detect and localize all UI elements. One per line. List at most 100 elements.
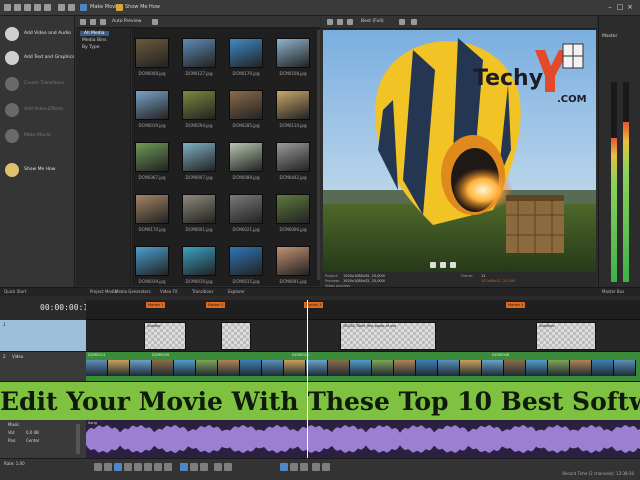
- go-to-end-icon[interactable]: [164, 463, 172, 471]
- media-thumbnail[interactable]: [135, 90, 169, 120]
- undo-icon[interactable]: [34, 4, 41, 11]
- tree-item-media-bins[interactable]: Media Bins: [82, 38, 106, 43]
- record-icon[interactable]: [94, 463, 102, 471]
- selection-tool-icon[interactable]: [200, 463, 208, 471]
- media-thumbnail[interactable]: [229, 90, 263, 120]
- marker-1[interactable]: Marker 1: [146, 302, 166, 308]
- close-icon[interactable]: ×: [626, 3, 634, 11]
- copy-icon[interactable]: [68, 4, 75, 11]
- track-header-video[interactable]: 2 Video: [0, 352, 86, 382]
- ignore-grouping-icon[interactable]: [322, 463, 330, 471]
- save-icon[interactable]: [24, 4, 31, 11]
- tab-quick-start[interactable]: Quick Start: [4, 289, 26, 294]
- snapping-icon[interactable]: [280, 463, 288, 471]
- playhead[interactable]: [307, 300, 308, 460]
- tab-explorer[interactable]: Explorer: [228, 289, 245, 294]
- split-screen-icon[interactable]: [399, 19, 405, 25]
- media-thumbnail[interactable]: [229, 38, 263, 68]
- media-thumbnail[interactable]: [182, 38, 216, 68]
- trim-icon[interactable]: [224, 463, 232, 471]
- task-make-movie[interactable]: Make Movie: [4, 126, 72, 148]
- volume-slider[interactable]: [76, 424, 80, 454]
- import-icon[interactable]: [80, 19, 86, 25]
- tab-video-fx[interactable]: Video FX: [160, 289, 178, 294]
- preview-play-icon[interactable]: [430, 262, 436, 268]
- media-thumbnail[interactable]: [182, 194, 216, 224]
- task-add-video-audio[interactable]: Add Video and Audio: [4, 24, 72, 46]
- remove-icon[interactable]: [100, 19, 106, 25]
- media-thumbnail[interactable]: [182, 90, 216, 120]
- logo-techy: Techy: [473, 66, 543, 91]
- capture-icon[interactable]: [90, 19, 96, 25]
- task-add-video-effects[interactable]: Add Video Effects: [4, 100, 72, 122]
- tree-item-by-type[interactable]: By Type: [82, 45, 100, 50]
- timeline-ruler[interactable]: Marker 1 Marker 2 Marker 3 Marker 4: [86, 300, 640, 320]
- tree-item-all-media[interactable]: All Media: [80, 31, 109, 36]
- video-frame: [130, 360, 152, 376]
- media-thumbnail[interactable]: [276, 246, 310, 276]
- auto-crossfade-icon[interactable]: [290, 463, 298, 471]
- redo-icon[interactable]: [44, 4, 51, 11]
- overlay-icon[interactable]: [347, 19, 353, 25]
- title-clip[interactable]: Subtitles: [536, 322, 596, 350]
- tab-transitions[interactable]: Transitions: [192, 289, 213, 294]
- auto-ripple-icon[interactable]: [300, 463, 308, 471]
- preview-stop-icon[interactable]: [450, 262, 456, 268]
- media-thumbnail[interactable]: [182, 246, 216, 276]
- marker-2[interactable]: Marker 2: [206, 302, 226, 308]
- media-thumbnail[interactable]: [135, 38, 169, 68]
- tab-master-bus[interactable]: Master Bus: [602, 289, 624, 294]
- title-clip[interactable]: VEGAS Titles Text paste of esa: [340, 322, 436, 350]
- auto-preview-toggle[interactable]: Auto Preview: [112, 19, 141, 24]
- tab-media-generators[interactable]: Media Generators: [115, 289, 151, 294]
- track-header-title[interactable]: 1: [0, 320, 86, 352]
- cut-icon[interactable]: [58, 4, 65, 11]
- task-show-me-how[interactable]: Show Me How: [4, 160, 72, 182]
- media-thumbnail[interactable]: [135, 246, 169, 276]
- title-clip[interactable]: [221, 322, 251, 350]
- media-thumbnail[interactable]: [276, 90, 310, 120]
- volume-value[interactable]: 0,0 dB: [26, 430, 39, 435]
- marker-4[interactable]: Marker 4: [506, 302, 526, 308]
- task-panel: Add Video and Audio Add Text and Graphic…: [0, 16, 75, 294]
- media-thumbnail[interactable]: [135, 142, 169, 172]
- go-to-start-icon[interactable]: [154, 463, 162, 471]
- media-thumbnail[interactable]: [135, 194, 169, 224]
- media-thumbnail[interactable]: [229, 142, 263, 172]
- play-icon[interactable]: [124, 463, 132, 471]
- media-thumbnail[interactable]: [182, 142, 216, 172]
- media-thumbnail[interactable]: [229, 194, 263, 224]
- normal-edit-tool-icon[interactable]: [180, 463, 188, 471]
- open-icon[interactable]: [14, 4, 21, 11]
- tab-project-media[interactable]: Project Media: [90, 289, 117, 294]
- track-header-music[interactable]: Music Vol: 0,0 dB Pan: Center: [0, 420, 86, 458]
- preview-value: 1920x1080x32, 25,000i: [343, 279, 385, 283]
- minimize-icon[interactable]: –: [606, 3, 614, 11]
- pause-icon[interactable]: [134, 463, 142, 471]
- title-clip[interactable]: Subtitle: [144, 322, 186, 350]
- pan-value[interactable]: Center: [26, 438, 39, 443]
- new-icon[interactable]: [4, 4, 11, 11]
- media-thumbnail[interactable]: [276, 38, 310, 68]
- view-icon[interactable]: [152, 19, 158, 25]
- task-create-transitions[interactable]: Create Transitions: [4, 74, 72, 96]
- media-scrollbar[interactable]: [317, 30, 320, 280]
- external-monitor-icon[interactable]: [337, 19, 343, 25]
- preview-pause-icon[interactable]: [440, 262, 446, 268]
- show-me-how-button[interactable]: Show Me How: [125, 4, 160, 10]
- settings-icon[interactable]: [327, 19, 333, 25]
- media-thumbnail[interactable]: [229, 246, 263, 276]
- copy-snapshot-icon[interactable]: [411, 19, 417, 25]
- maximize-icon[interactable]: □: [616, 3, 624, 11]
- preview-quality-select[interactable]: Best (Full): [361, 19, 384, 24]
- split-icon[interactable]: [214, 463, 222, 471]
- lock-envelopes-icon[interactable]: [312, 463, 320, 471]
- envelope-tool-icon[interactable]: [190, 463, 198, 471]
- media-thumbnail[interactable]: [276, 194, 310, 224]
- pan-label: Pan:: [8, 438, 17, 443]
- loop-icon[interactable]: [104, 463, 112, 471]
- stop-icon[interactable]: [144, 463, 152, 471]
- task-add-text-graphics[interactable]: Add Text and Graphics: [4, 48, 74, 70]
- play-from-start-icon[interactable]: [114, 463, 122, 471]
- media-thumbnail[interactable]: [276, 142, 310, 172]
